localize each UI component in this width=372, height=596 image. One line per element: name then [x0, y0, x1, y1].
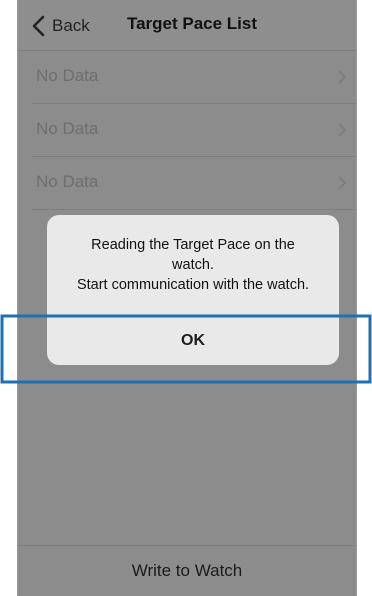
dialog-message-line: Start communication with the watch. [76, 277, 310, 293]
dialog-message-line: watch. [172, 257, 214, 273]
ok-button[interactable]: OK [47, 316, 339, 365]
list-item-label: No Data [36, 172, 99, 191]
list-item-label: No Data [36, 66, 99, 85]
list-item-label: No Data [36, 119, 99, 138]
navigation-bar: Back Target Pace List [18, 0, 356, 51]
write-to-watch-button[interactable]: Write to Watch [132, 561, 243, 581]
alert-dialog: Reading the Target Pace on the watch. St… [47, 215, 339, 365]
page-title: Target Pace List [126, 14, 258, 33]
chevron-right-icon [338, 176, 346, 190]
list-item[interactable]: No Data [32, 51, 356, 104]
target-pace-list: No Data No Data No Data [18, 51, 356, 210]
list-item[interactable]: No Data [32, 104, 356, 157]
list-item[interactable]: No Data [32, 157, 356, 210]
write-to-watch-bar: Write to Watch [18, 545, 356, 596]
dialog-message-line: Reading the Target Pace on the [91, 237, 295, 253]
dialog-message: Reading the Target Pace on the watch. St… [47, 235, 339, 295]
chevron-right-icon [338, 123, 346, 137]
chevron-right-icon [338, 70, 346, 84]
